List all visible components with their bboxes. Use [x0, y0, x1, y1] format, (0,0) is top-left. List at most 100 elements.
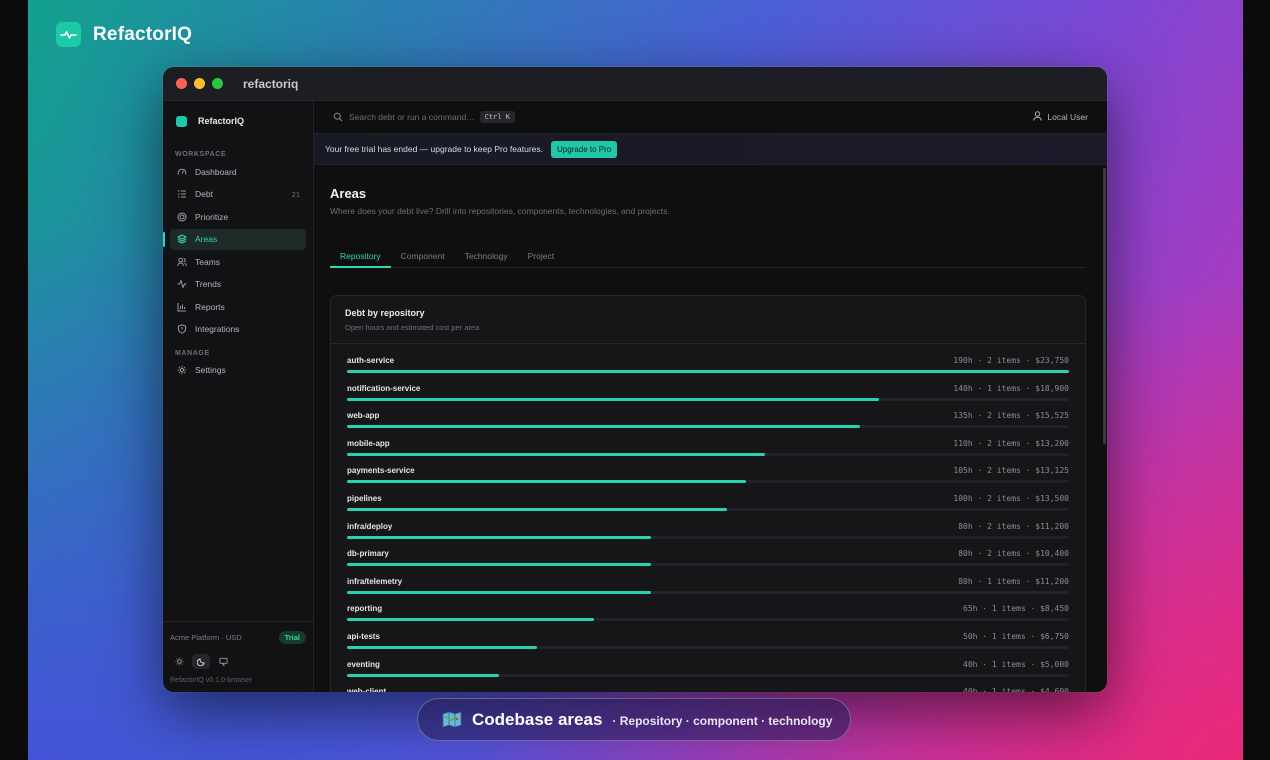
search-input[interactable]: Search debt or run a command… Ctrl K	[333, 111, 515, 123]
repository-name: infra/telemetry	[347, 576, 403, 586]
brand-name: RefactorIQ	[93, 23, 193, 45]
list-icon	[176, 189, 187, 200]
table-row[interactable]: auth-service 190h · 2 items · $23,750	[347, 344, 1069, 373]
card-subtitle: Open hours and estimated cost per area	[345, 323, 480, 332]
repository-stats: 80h · 1 items · $11,200	[958, 576, 1069, 586]
table-row[interactable]: api-tests 50h · 1 items · $6,750	[347, 620, 1069, 649]
repository-name: web-client	[347, 687, 387, 692]
window-title: refactoriq	[243, 76, 299, 91]
user-menu[interactable]: Local User	[1033, 111, 1088, 123]
theme-switcher	[170, 654, 306, 669]
debt-count: 21	[291, 189, 300, 199]
pulse-icon	[56, 22, 81, 47]
sidebar-item-settings[interactable]: Settings	[170, 360, 306, 381]
sidebar-item-label: Trends	[195, 279, 222, 289]
sidebar-item-label: Teams	[195, 256, 221, 267]
sidebar-item-label: Prioritize	[195, 211, 229, 222]
sun-icon[interactable]	[170, 654, 188, 669]
sidebar-item-debt[interactable]: Debt 21	[170, 184, 306, 205]
table-row[interactable]: notification-service 140h · 1 items · $18…	[347, 372, 1069, 401]
monitor-icon[interactable]	[214, 654, 232, 669]
target-icon	[176, 211, 187, 222]
table-row[interactable]: pipelines 100h · 2 items · $13,500	[347, 482, 1069, 511]
search-placeholder: Search debt or run a command…	[349, 112, 475, 122]
repository-name: api-tests	[347, 631, 380, 641]
caption-subtitle: · Repository · component · technology	[612, 714, 833, 728]
tab-technology[interactable]: Technology	[455, 248, 518, 268]
activity-icon	[176, 279, 187, 290]
tab-project[interactable]: Project	[518, 248, 564, 268]
sidebar-item-label: Integrations	[195, 324, 240, 334]
repository-name: web-app	[347, 411, 380, 421]
map-icon	[442, 711, 462, 729]
sidebar-footer: Acme Platform · USD Trial RefactorIQ v0.…	[163, 621, 313, 692]
table-row[interactable]: reporting 65h · 1 items · $8,450	[347, 592, 1069, 622]
table-row[interactable]: web-client 40h · 1 items · $4,600	[347, 675, 1069, 692]
brand: RefactorIQ	[56, 22, 192, 47]
upgrade-button[interactable]: Upgrade to Pro	[551, 140, 618, 158]
topbar: Search debt or run a command… Ctrl K Loc…	[314, 101, 1107, 134]
tab-component[interactable]: Component	[391, 248, 455, 268]
app-window: refactoriq RefactorIQ WORKSPACE Dashboar…	[163, 67, 1107, 692]
repository-stats: 105h · 2 items · $13,125	[953, 466, 1069, 476]
tab-repository[interactable]: Repository	[330, 248, 391, 268]
minimize-button[interactable]	[194, 78, 205, 89]
close-button[interactable]	[176, 78, 187, 89]
area-tabs: Repository Component Technology Project	[330, 248, 1086, 268]
table-row[interactable]: eventing 40h · 1 items · $5,000	[347, 648, 1069, 677]
repository-list: auth-service 190h · 2 items · $23,750 noti…	[331, 344, 1085, 692]
repository-stats: 110h · 2 items · $13,200	[953, 438, 1069, 448]
caption-pill: Codebase areas · Repository · component …	[417, 698, 851, 741]
layers-icon	[176, 234, 187, 245]
repository-stats: 140h · 1 items · $18,900	[953, 383, 1069, 393]
workspace-nav: Dashboard Debt 21 Prioritize Areas Teams…	[163, 161, 313, 340]
repository-stats: 40h · 1 items · $4,600	[963, 687, 1069, 692]
sidebar-item-teams[interactable]: Teams	[170, 251, 306, 272]
repository-name: reporting	[347, 604, 383, 614]
table-row[interactable]: mobile-app 110h · 2 items · $13,200	[347, 427, 1069, 456]
sidebar-item-label: Dashboard	[195, 166, 237, 177]
repository-stats: 65h · 1 items · $8,450	[963, 604, 1069, 614]
repository-stats: 135h · 2 items · $15,525	[953, 411, 1069, 421]
scrollbar[interactable]	[1103, 168, 1106, 444]
sidebar-brand-name: RefactorIQ	[198, 116, 245, 126]
titlebar: refactoriq	[163, 67, 1107, 101]
user-icon	[1033, 111, 1043, 123]
table-row[interactable]: infra/deploy 80h · 2 items · $11,200	[347, 510, 1069, 539]
sidebar-item-areas[interactable]: Areas	[163, 228, 306, 250]
trial-message: Your free trial has ended — upgrade to k…	[325, 144, 543, 154]
repository-name: payments-service	[347, 466, 415, 476]
manage-nav: Settings	[163, 360, 313, 381]
table-row[interactable]: web-app 135h · 2 items · $15,525	[347, 399, 1069, 429]
sidebar-item-reports[interactable]: Reports	[170, 296, 306, 317]
repository-name: auth-service	[347, 356, 395, 365]
sidebar-brand[interactable]: RefactorIQ	[163, 114, 313, 128]
table-row[interactable]: db-primary 80h · 2 items · $10,400	[347, 537, 1069, 567]
sidebar-item-trends[interactable]: Trends	[170, 274, 306, 295]
moon-icon[interactable]	[192, 654, 210, 669]
sidebar-item-dashboard[interactable]: Dashboard	[170, 161, 306, 182]
manage-section-label: MANAGE	[175, 349, 210, 357]
org-selector[interactable]: Acme Platform · USD	[170, 633, 242, 642]
sidebar-item-integrations[interactable]: Integrations	[170, 319, 306, 340]
main-content: Search debt or run a command… Ctrl K Loc…	[314, 101, 1107, 692]
table-row[interactable]: infra/telemetry 80h · 1 items · $11,200	[347, 565, 1069, 594]
repository-name: notification-service	[347, 383, 421, 393]
app-version: RefactorIQ v0.1.0-browser	[170, 677, 253, 684]
page-subtitle: Where does your debt live? Drill into re…	[330, 206, 670, 216]
sidebar: RefactorIQ WORKSPACE Dashboard Debt 21 P…	[163, 101, 314, 692]
maximize-button[interactable]	[212, 78, 223, 89]
gear-icon	[176, 365, 187, 376]
sidebar-item-label: Areas	[195, 234, 218, 244]
caption-title: Codebase areas	[472, 709, 603, 729]
repository-name: pipelines	[347, 493, 382, 503]
sidebar-item-prioritize[interactable]: Prioritize	[170, 206, 306, 227]
areas-page: Areas Where does your debt live? Drill i…	[314, 166, 1107, 692]
table-row[interactable]: payments-service 105h · 2 items · $13,125	[347, 454, 1069, 484]
gauge-icon	[176, 166, 187, 177]
shield-icon	[176, 324, 187, 335]
bar-chart-icon	[176, 301, 187, 312]
trial-badge: Trial	[278, 631, 306, 644]
card-header: Debt by repository Open hours and estima…	[331, 296, 1085, 344]
repository-stats: 100h · 2 items · $13,500	[953, 493, 1069, 503]
